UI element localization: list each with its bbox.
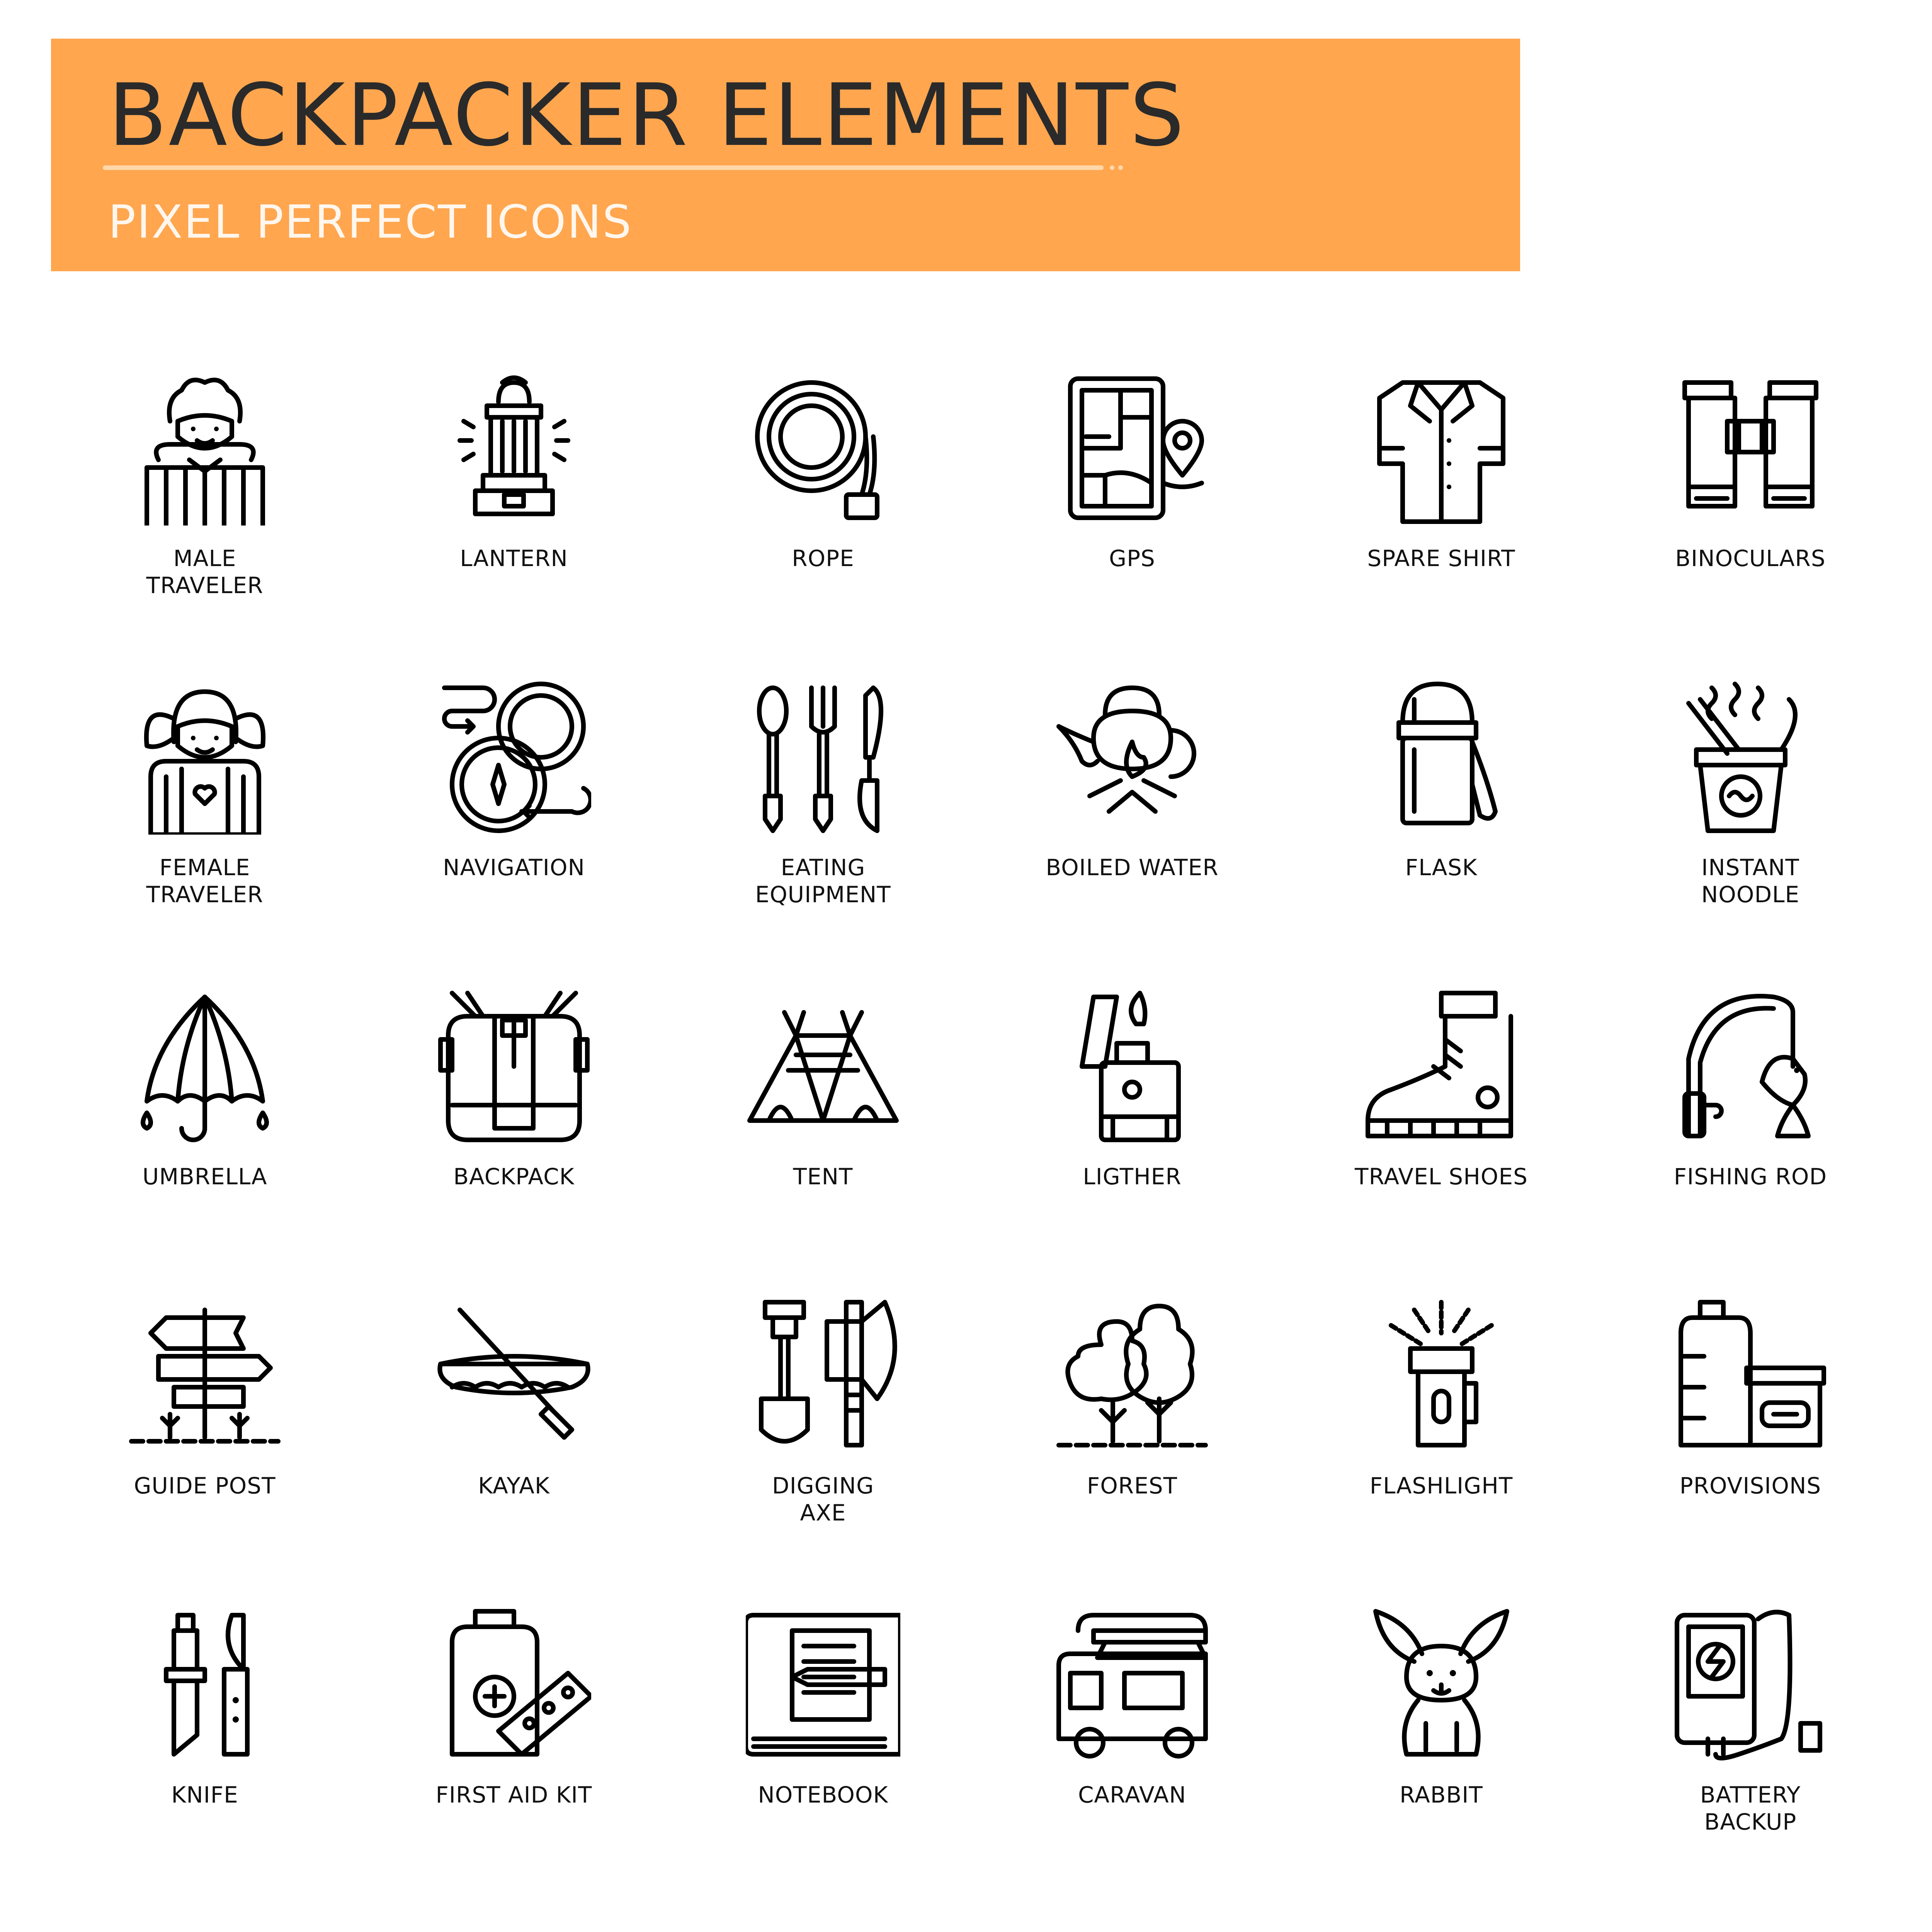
icon-label: FOREST: [1087, 1473, 1178, 1499]
icon-grid: MALE TRAVELER LANTERN ROPE GPS SPARE SHI…: [0, 0, 1932, 1932]
female-traveler-icon: [144, 689, 266, 835]
icon-tile: BOILED WATER: [981, 680, 1283, 974]
lighter-icon: [1080, 991, 1181, 1142]
icon-label: UMBRELLA: [142, 1163, 267, 1190]
kettle-icon: [1056, 685, 1196, 814]
icon-tile: UMBRELLA: [54, 989, 355, 1283]
icon-tile: ROPE: [672, 371, 974, 665]
icon-label: FLASHLIGHT: [1369, 1473, 1513, 1499]
compass-icon: [442, 682, 591, 833]
first-aid-icon: [450, 1609, 591, 1757]
icon-label: FLASK: [1405, 854, 1478, 881]
noodle-cup-icon: [1686, 682, 1798, 833]
caravan-icon: [1056, 1613, 1208, 1759]
icon-label: MALE TRAVELER: [146, 545, 264, 599]
icon-tile: GUIDE POST: [54, 1298, 355, 1592]
icon-label: CARAVAN: [1078, 1782, 1187, 1808]
trees-icon: [1056, 1304, 1208, 1447]
icon-label: INSTANT NOODLE: [1701, 854, 1800, 908]
icon-label: GPS: [1109, 545, 1155, 571]
backpack-icon: [438, 991, 590, 1142]
icon-tile: DIGGING AXE: [672, 1298, 974, 1592]
icon-tile: INSTANT NOODLE: [1600, 680, 1901, 974]
gps-icon: [1068, 376, 1204, 520]
icon-tile: BATTERY BACKUP: [1600, 1607, 1901, 1901]
binoculars-icon: [1682, 380, 1818, 509]
icon-label: DIGGING AXE: [772, 1473, 874, 1526]
icon-label: BACKPACK: [453, 1163, 575, 1190]
umbrella-icon: [141, 995, 269, 1142]
icon-label: KNIFE: [171, 1782, 238, 1808]
icon-tile: PROVISIONS: [1600, 1298, 1901, 1592]
flashlight-icon: [1389, 1300, 1494, 1447]
power-bank-icon: [1675, 1610, 1822, 1760]
icon-label: GUIDE POST: [134, 1473, 276, 1499]
icon-label: RABBIT: [1400, 1782, 1483, 1808]
icon-tile: GPS: [981, 371, 1283, 665]
icon-label: PROVISIONS: [1679, 1473, 1821, 1499]
icon-tile: KNIFE: [54, 1607, 355, 1901]
icon-tile: FIRST AID KIT: [363, 1607, 665, 1901]
icon-tile: NOTEBOOK: [672, 1607, 974, 1901]
icon-label: LANTERN: [460, 545, 568, 571]
rope-icon: [755, 380, 879, 520]
icon-label: NOTEBOOK: [758, 1782, 888, 1808]
kayak-icon: [437, 1308, 590, 1440]
icon-label: FIRST AID KIT: [435, 1782, 592, 1808]
icon-label: BINOCULARS: [1675, 545, 1826, 571]
provisions-icon: [1679, 1300, 1826, 1447]
icon-label: EATING EQUIPMENT: [755, 854, 891, 908]
rabbit-icon: [1373, 1609, 1509, 1757]
icon-label: FISHING ROD: [1673, 1163, 1827, 1190]
boot-icon: [1366, 991, 1513, 1138]
icon-tile: RABBIT: [1291, 1607, 1592, 1901]
icon-label: BATTERY BACKUP: [1700, 1782, 1801, 1835]
icon-label: SPARE SHIRT: [1367, 545, 1515, 571]
icon-label: TRAVEL SHOES: [1355, 1163, 1528, 1190]
icon-tile: FLASHLIGHT: [1291, 1298, 1592, 1592]
icon-tile: EATING EQUIPMENT: [672, 680, 974, 974]
shirt-icon: [1377, 380, 1505, 524]
icon-tile: FISHING ROD: [1600, 989, 1901, 1283]
fishing-rod-icon: [1682, 994, 1811, 1138]
tent-icon: [747, 1010, 899, 1123]
icon-tile: FOREST: [981, 1298, 1283, 1592]
icon-tile: CARAVAN: [981, 1607, 1283, 1901]
flask-icon: [1396, 682, 1498, 825]
icon-label: KAYAK: [478, 1473, 550, 1499]
icon-tile: LIGTHER: [981, 989, 1283, 1283]
icon-label: BOILED WATER: [1046, 854, 1219, 881]
icon-tile: FLASK: [1291, 680, 1592, 974]
male-traveler-icon: [145, 378, 265, 526]
icon-tile: BINOCULARS: [1600, 371, 1901, 665]
lantern-icon: [457, 375, 570, 516]
icon-label: TENT: [793, 1163, 853, 1190]
icon-tile: BACKPACK: [363, 989, 665, 1283]
icon-tile: MALE TRAVELER: [54, 371, 355, 665]
knife-icon: [164, 1613, 250, 1757]
cutlery-icon: [757, 685, 883, 833]
icon-tile: KAYAK: [363, 1298, 665, 1592]
icon-label: NAVIGATION: [443, 854, 585, 881]
icon-tile: TRAVEL SHOES: [1291, 989, 1592, 1283]
icon-tile: FEMALE TRAVELER: [54, 680, 355, 974]
icon-tile: SPARE SHIRT: [1291, 371, 1592, 665]
icon-label: FEMALE TRAVELER: [146, 854, 264, 908]
icon-tile: LANTERN: [363, 371, 665, 665]
icon-tile: NAVIGATION: [363, 680, 665, 974]
icon-label: ROPE: [792, 545, 854, 571]
notebook-icon: [746, 1613, 900, 1757]
icon-tile: TENT: [672, 989, 974, 1283]
signpost-icon: [129, 1308, 281, 1444]
icon-label: LIGTHER: [1083, 1163, 1182, 1190]
shovel-axe-icon: [759, 1300, 897, 1447]
